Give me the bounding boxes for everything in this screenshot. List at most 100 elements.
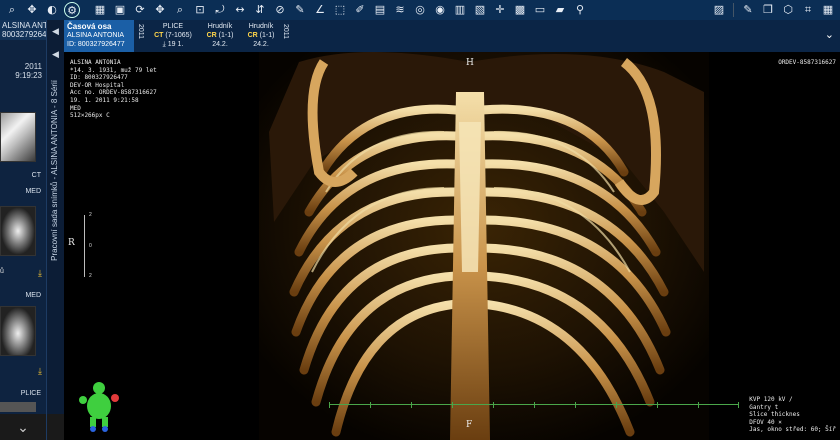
patient-id: 800327926477: [2, 30, 56, 39]
move-icon[interactable]: ✥: [24, 2, 40, 18]
angle-icon[interactable]: ∠: [312, 2, 328, 18]
side-strip: ◀ ◀ Pracovní sada snímků - ALSINA ANTONI…: [46, 20, 65, 440]
timeline-patient-id: ID: 800327926477: [67, 41, 125, 48]
timeline-patient-name: ALSINA ANTONIA: [67, 32, 125, 39]
study-name: Hrudník: [207, 23, 233, 30]
layers-icon[interactable]: ≋: [392, 2, 408, 18]
side-strip-footer: [47, 414, 65, 440]
location-pin-icon[interactable]: ⚲: [572, 2, 588, 18]
study-timeline-bar: Časová osa ALSINA ANTONIA ID: 8003279264…: [64, 20, 840, 52]
series-item[interactable]: MED ⤓: [0, 290, 46, 390]
orientation-marker-top: H: [466, 58, 474, 68]
flip-vertical-icon[interactable]: ⇵: [252, 2, 268, 18]
export-icon[interactable]: ▧: [472, 2, 488, 18]
invert-icon[interactable]: ⊘: [272, 2, 288, 18]
cube-3d-icon[interactable]: ⬡: [780, 2, 796, 18]
overlay-line: ALSINA ANTONIA: [70, 59, 121, 66]
series-thumbnail[interactable]: [0, 306, 36, 356]
study-modality: CR: [206, 32, 217, 39]
patient-info-overlay: ALSINA ANTONIA *14. 3. 1931, muž 79 let …: [70, 59, 157, 120]
accession-overlay: ORDEV-8587316627: [778, 59, 836, 67]
overlay-line: *14. 3. 1931, muž 79 let: [70, 66, 157, 74]
overlay-line: ID: 800327926477: [70, 74, 128, 82]
study-item[interactable]: Hrudník CR (1-1) 24.2.: [242, 22, 280, 49]
multi-layout-icon[interactable]: ▣: [112, 2, 128, 18]
zoom-icon[interactable]: ⌕: [4, 2, 20, 18]
acquisition-overlay: KVP 120 kV / Gantry t Slice thicknes DFO…: [749, 396, 836, 434]
scale-tick-label: 0: [89, 243, 92, 249]
study-name: PLICE: [162, 23, 184, 30]
scale-tick-label: 2: [89, 212, 92, 218]
toolbar-divider: [733, 3, 734, 17]
cine-icon[interactable]: ▩: [512, 2, 528, 18]
crop-icon[interactable]: ⌗: [800, 2, 816, 18]
series-item[interactable]: MED ⤓ ů: [0, 184, 46, 284]
image-viewport[interactable]: ALSINA ANTONIA *14. 3. 1931, muž 79 let …: [64, 52, 840, 440]
study-modality: CR: [247, 32, 258, 39]
chevron-down-icon[interactable]: ⌄: [825, 28, 834, 41]
overlay-line: 512×266px C: [70, 112, 110, 120]
overlay-line: Jas, okno střed: 60; Šíř: [749, 426, 836, 434]
study-item[interactable]: Hrudník CR (1-1) 24.2.: [201, 22, 239, 49]
settings-icon[interactable]: ⚙: [64, 2, 80, 18]
mpr-icon[interactable]: ▭: [532, 2, 548, 18]
download-icon[interactable]: ⤓: [38, 366, 42, 377]
overlay-line: DFOV 40 ×: [749, 418, 782, 426]
series-thumbnail[interactable]: [0, 112, 36, 162]
timeline-year: 2011: [137, 24, 144, 40]
download-icon[interactable]: ⤓: [38, 268, 42, 279]
folder-icon[interactable]: ▰: [552, 2, 568, 18]
series-label: CT: [31, 172, 41, 179]
chevron-down-icon: ⌄: [17, 419, 29, 435]
image-view-icon[interactable]: ▨: [711, 2, 727, 18]
flip-horizontal-icon[interactable]: ↔: [232, 2, 248, 18]
series-label: MED: [25, 188, 41, 195]
collapse-arrow-icon[interactable]: ◀: [47, 49, 64, 60]
crosshair-icon[interactable]: ✛: [492, 2, 508, 18]
orientation-marker-left: R: [68, 238, 75, 248]
patient-panel: ALSINA ANTONIA 800327926477 2011 9:19:23…: [0, 20, 67, 440]
series-thumbnail[interactable]: [0, 402, 36, 412]
annotation-icon[interactable]: ✐: [352, 2, 368, 18]
timeline-title: Časová osa: [67, 22, 112, 31]
overlay-line: Acc no. ORDEV-8587316627: [70, 89, 157, 97]
study-range: (1-1): [218, 32, 234, 39]
patient-header[interactable]: ALSINA ANTONIA 800327926477: [0, 20, 67, 40]
study-date: 24.2.: [212, 41, 228, 48]
pan-icon[interactable]: ✥: [152, 2, 168, 18]
measure-icon[interactable]: ✎: [292, 2, 308, 18]
pencil-icon[interactable]: ✎: [740, 2, 756, 18]
more-icon[interactable]: ▦: [820, 2, 836, 18]
copy-icon[interactable]: ❐: [760, 2, 776, 18]
roi-icon[interactable]: ⬚: [332, 2, 348, 18]
fit-window-icon[interactable]: ⊡: [192, 2, 208, 18]
timeline-card[interactable]: Časová osa ALSINA ANTONIA ID: 8003279264…: [64, 20, 134, 52]
scale-tick-label: 2: [89, 273, 92, 279]
download-icon: ⤓: [162, 41, 166, 48]
series-label: PLICE: [20, 390, 41, 397]
rotate-icon[interactable]: ⤾: [212, 2, 228, 18]
record-icon[interactable]: ◉: [432, 2, 448, 18]
overlay-line: 19. 1. 2011 9:21:58: [70, 96, 139, 104]
save-icon[interactable]: ▤: [372, 2, 388, 18]
study-range: (1-1): [259, 32, 275, 39]
study-date: 2011 9:19:23: [15, 62, 42, 80]
magnify-icon[interactable]: ⌕: [172, 2, 188, 18]
orientation-cube-icon[interactable]: [78, 380, 120, 432]
overlay-line: MED: [70, 104, 81, 112]
contrast-icon[interactable]: ◐: [44, 2, 60, 18]
collapse-panel-button[interactable]: ⌄: [0, 414, 46, 440]
study-item[interactable]: PLICE CT (7-1065) ⤓ 19 1.: [150, 22, 196, 49]
worklist-title: Pracovní sada snímků - ALSINA ANTONIA - …: [50, 80, 59, 261]
overlay-line: KVP 120 kV /: [749, 396, 793, 404]
overlay-line: DEV-OR Hospital: [70, 81, 125, 89]
series-partial-label: ů: [0, 268, 4, 275]
lock-icon[interactable]: ▥: [452, 2, 468, 18]
series-item[interactable]: CT: [0, 86, 46, 179]
study-date: 1.: [177, 41, 184, 48]
refresh-icon[interactable]: ⟳: [132, 2, 148, 18]
target-icon[interactable]: ◎: [412, 2, 428, 18]
layout-grid-icon[interactable]: ▦: [92, 2, 108, 18]
collapse-arrow-icon[interactable]: ◀: [47, 26, 64, 37]
series-thumbnail[interactable]: [0, 206, 36, 256]
